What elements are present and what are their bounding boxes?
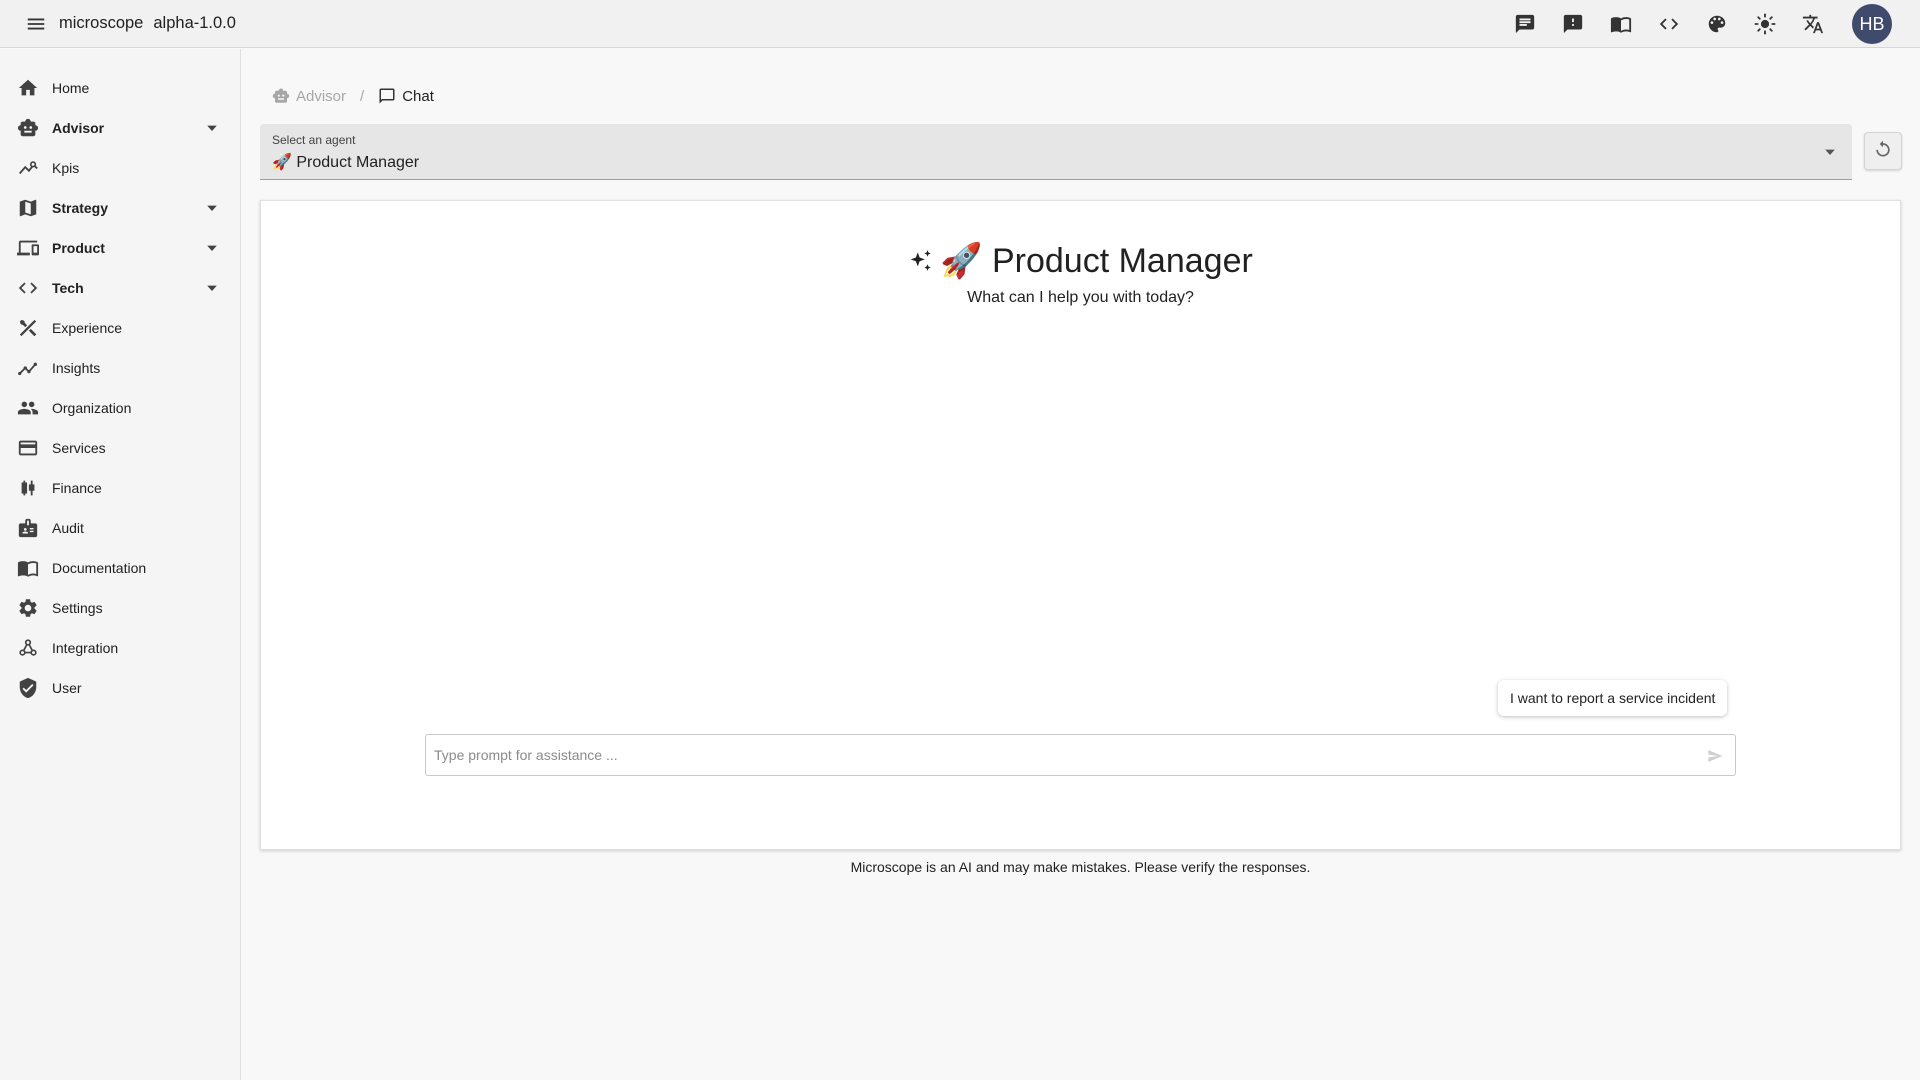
webhook-icon	[16, 636, 40, 660]
reset-chat-button[interactable]	[1864, 132, 1902, 170]
app-bar: microscope alpha-1.0.0 HB	[0, 0, 1920, 48]
code-icon	[16, 276, 40, 300]
insights-icon	[16, 356, 40, 380]
book-icon	[16, 556, 40, 580]
app-version: alpha-1.0.0	[153, 14, 236, 32]
sidebar-item-label: Kpis	[52, 160, 80, 176]
refresh-icon	[1873, 139, 1893, 164]
sidebar-item-label: Tech	[52, 280, 84, 296]
sidebar-item-services[interactable]: Services	[0, 428, 240, 468]
chevron-down-icon	[1822, 144, 1838, 160]
robot-icon	[272, 87, 290, 105]
sidebar-item-organization[interactable]: Organization	[0, 388, 240, 428]
agent-select-value: 🚀 Product Manager	[272, 154, 420, 171]
sidebar-item-experience[interactable]: Experience	[0, 308, 240, 348]
sidebar-item-label: Home	[52, 80, 90, 96]
sidebar-item-advisor[interactable]: Advisor	[0, 108, 240, 148]
docs-book-icon[interactable]	[1606, 9, 1636, 39]
suggestion-chip[interactable]: I want to report a service incident	[1498, 680, 1728, 716]
sidebar-item-label: Documentation	[52, 560, 147, 576]
sidebar-item-product[interactable]: Product	[0, 228, 240, 268]
breadcrumb-chat: Chat	[378, 87, 434, 105]
sparkle-icon	[908, 248, 934, 274]
sidebar-item-documentation[interactable]: Documentation	[0, 548, 240, 588]
send-icon[interactable]	[1705, 746, 1725, 766]
sidebar-item-label: Settings	[52, 600, 103, 616]
chevron-down-icon	[204, 200, 220, 216]
sidebar-item-integration[interactable]: Integration	[0, 628, 240, 668]
feedback-icon[interactable]	[1558, 9, 1588, 39]
chevron-down-icon	[204, 120, 220, 136]
palette-icon[interactable]	[1702, 9, 1732, 39]
breadcrumb-chat-label: Chat	[402, 87, 434, 105]
chevron-down-icon	[204, 280, 220, 296]
candlestick-icon	[16, 476, 40, 500]
sidebar-item-label: Product	[52, 240, 105, 256]
query-stats-icon	[16, 156, 40, 180]
app-title: microscope	[59, 14, 144, 32]
prompt-input[interactable]	[434, 735, 1694, 775]
sidebar-item-label: Strategy	[52, 200, 109, 216]
devices-icon	[16, 236, 40, 260]
sidebar-item-label: Insights	[52, 360, 101, 376]
breadcrumb-advisor[interactable]: Advisor	[272, 87, 346, 105]
breadcrumb-separator: /	[360, 87, 365, 105]
agent-select-label: Select an agent	[272, 133, 356, 147]
home-icon	[16, 76, 40, 100]
sidebar-item-finance[interactable]: Finance	[0, 468, 240, 508]
sidebar-item-label: Experience	[52, 320, 123, 336]
agent-select[interactable]: Select an agent 🚀 Product Manager	[260, 124, 1852, 180]
app-bar-actions: HB	[1510, 0, 1920, 48]
chevron-down-icon	[204, 240, 220, 256]
design-tools-icon	[16, 316, 40, 340]
badge-icon	[16, 516, 40, 540]
sidebar-item-user[interactable]: User	[0, 668, 240, 708]
chat-subheading: What can I help you with today?	[967, 289, 1194, 306]
user-avatar[interactable]: HB	[1852, 4, 1892, 44]
translate-icon[interactable]	[1798, 9, 1828, 39]
sidebar-item-label: Audit	[52, 520, 84, 536]
card-icon	[16, 436, 40, 460]
prompt-box	[425, 734, 1736, 776]
sidebar-item-kpis[interactable]: Kpis	[0, 148, 240, 188]
code-icon[interactable]	[1654, 9, 1684, 39]
sidebar: Home Advisor Kpis Strategy Product Tech …	[0, 49, 241, 1080]
sidebar-item-label: Services	[52, 440, 106, 456]
breadcrumb: Advisor / Chat	[272, 84, 434, 108]
sidebar-item-label: Finance	[52, 480, 102, 496]
menu-icon[interactable]	[21, 9, 51, 39]
ai-disclaimer: Microscope is an AI and may make mistake…	[850, 859, 1311, 875]
sidebar-item-label: Advisor	[52, 120, 105, 136]
chat-heading: 🚀 Product Manager	[261, 241, 1900, 281]
sidebar-item-audit[interactable]: Audit	[0, 508, 240, 548]
sidebar-item-home[interactable]: Home	[0, 68, 240, 108]
gear-icon	[16, 596, 40, 620]
chat-bubble-icon	[378, 87, 396, 105]
map-icon	[16, 196, 40, 220]
light-mode-icon[interactable]	[1750, 9, 1780, 39]
sidebar-item-label: Organization	[52, 400, 132, 416]
sidebar-item-settings[interactable]: Settings	[0, 588, 240, 628]
sidebar-item-insights[interactable]: Insights	[0, 348, 240, 388]
sidebar-item-label: User	[52, 680, 82, 696]
chat-heading-text: 🚀 Product Manager	[940, 242, 1253, 280]
people-icon	[16, 396, 40, 420]
chat-panel: 🚀 Product Manager What can I help you wi…	[260, 200, 1901, 850]
breadcrumb-advisor-label: Advisor	[296, 87, 347, 105]
robot-icon	[16, 116, 40, 140]
sidebar-item-label: Integration	[52, 640, 119, 656]
sidebar-item-tech[interactable]: Tech	[0, 268, 240, 308]
sidebar-item-strategy[interactable]: Strategy	[0, 188, 240, 228]
chat-icon[interactable]	[1510, 9, 1540, 39]
verified-user-icon	[16, 676, 40, 700]
